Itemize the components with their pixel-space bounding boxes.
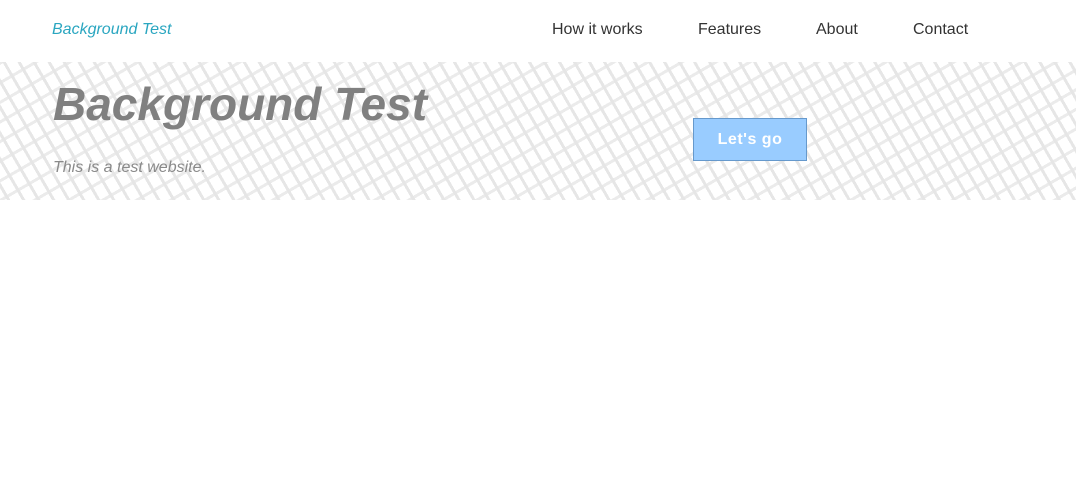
hero-title: Background Test [53,78,428,130]
nav-links: How it works Features About Contact [0,21,1076,41]
navbar: Background Test How it works Features Ab… [0,0,1076,62]
hero-subtitle: This is a test website. [53,159,206,176]
hero-banner: Background Test This is a test website. … [0,62,1076,200]
nav-link-contact[interactable]: Contact [913,21,968,39]
nav-link-how-it-works[interactable]: How it works [552,21,643,39]
page-content [0,200,1076,491]
nav-link-features[interactable]: Features [698,21,761,39]
nav-link-about[interactable]: About [816,21,858,39]
lets-go-button[interactable]: Let's go [693,118,807,161]
